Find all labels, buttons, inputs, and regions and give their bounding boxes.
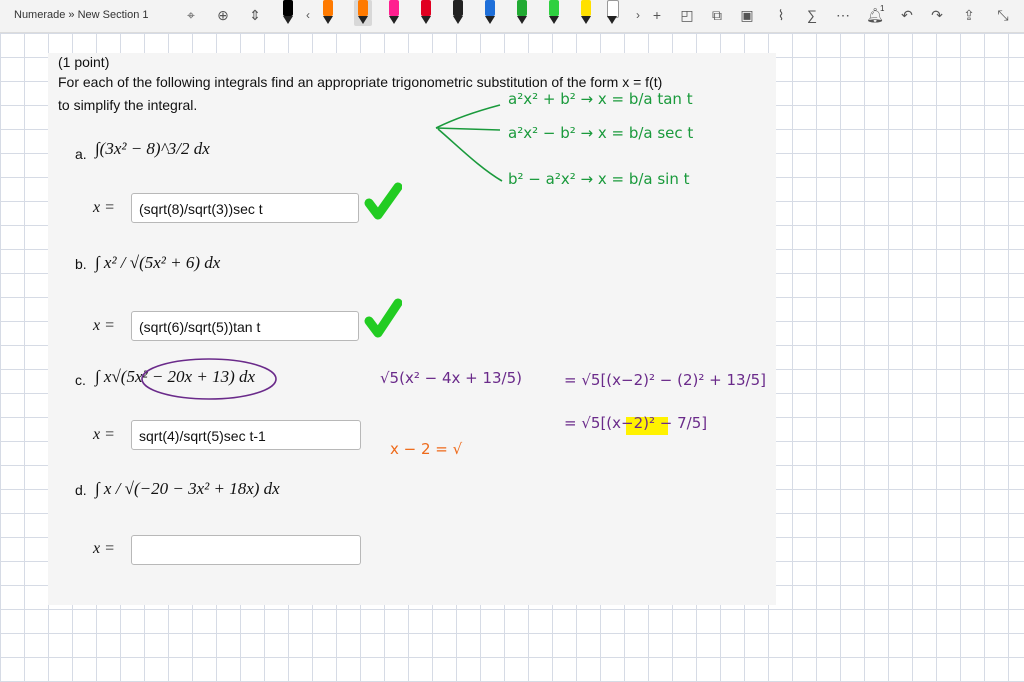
insert-space-icon[interactable]: ⇕ bbox=[246, 6, 264, 24]
green-branch-bottom bbox=[437, 128, 503, 182]
lasso-icon[interactable]: ⌖ bbox=[182, 6, 200, 24]
fullscreen-icon[interactable]: ⤡ bbox=[994, 6, 1012, 24]
pen-white[interactable] bbox=[606, 0, 619, 26]
pen-blue[interactable] bbox=[484, 0, 496, 26]
purple-note-step1: √5(x² − 4x + 13/5) bbox=[380, 369, 523, 387]
pen-magenta[interactable] bbox=[388, 0, 400, 26]
copy-icon[interactable]: ⧉ bbox=[708, 6, 726, 24]
add-pen-icon[interactable]: + bbox=[648, 6, 666, 24]
pen-orange[interactable] bbox=[322, 0, 334, 26]
notification-count: 1 bbox=[880, 4, 885, 13]
more-icon[interactable]: ⋯ bbox=[834, 6, 852, 24]
green-branch-mid bbox=[435, 127, 501, 131]
image-icon[interactable]: ▣ bbox=[738, 6, 756, 24]
pen-dark[interactable] bbox=[452, 0, 464, 26]
math-icon[interactable]: ∑ bbox=[803, 6, 821, 24]
add-space-icon[interactable]: ⊕ bbox=[214, 6, 232, 24]
pen-red[interactable] bbox=[420, 0, 432, 26]
back-icon[interactable]: ‹ bbox=[299, 6, 317, 24]
purple-note-step2: = √5[(x−2)² − (2)² + 13/5] bbox=[564, 371, 767, 389]
redo-icon[interactable]: ↷ bbox=[928, 6, 946, 24]
green-branch-top bbox=[435, 104, 501, 129]
toolbar: Numerade » New Section 1 ⌖ ⊕ ⇕ ‹ › + ◰ ⧉… bbox=[0, 0, 1024, 33]
undo-icon[interactable]: ↶ bbox=[898, 6, 916, 24]
purple-note-step3: = √5[(x−2)² − 7/5] bbox=[564, 414, 708, 432]
forward-icon[interactable]: › bbox=[629, 6, 647, 24]
pen-orange-selected[interactable] bbox=[354, 0, 372, 26]
orange-note: x − 2 = √ bbox=[390, 440, 463, 458]
pen-bright-green[interactable] bbox=[548, 0, 560, 26]
green-note-tan: a²x² + b² → x = b/a tan t bbox=[508, 90, 693, 108]
green-note-sin: b² − a²x² → x = b/a sin t bbox=[508, 170, 690, 188]
notebook-breadcrumb[interactable]: Numerade » New Section 1 bbox=[14, 9, 149, 21]
note-canvas[interactable]: (1 point) For each of the following inte… bbox=[0, 33, 1024, 682]
shape-icon[interactable]: ◰ bbox=[678, 6, 696, 24]
share-icon[interactable]: ⇪ bbox=[960, 6, 978, 24]
purple-circle-radicand bbox=[141, 358, 277, 400]
green-note-sec: a²x² − b² → x = b/a sec t bbox=[508, 124, 694, 142]
pen-green[interactable] bbox=[516, 0, 528, 26]
pen-yellow[interactable] bbox=[580, 0, 592, 26]
pen-black[interactable] bbox=[282, 0, 294, 26]
ruler-icon[interactable]: ⌇ bbox=[772, 6, 790, 24]
